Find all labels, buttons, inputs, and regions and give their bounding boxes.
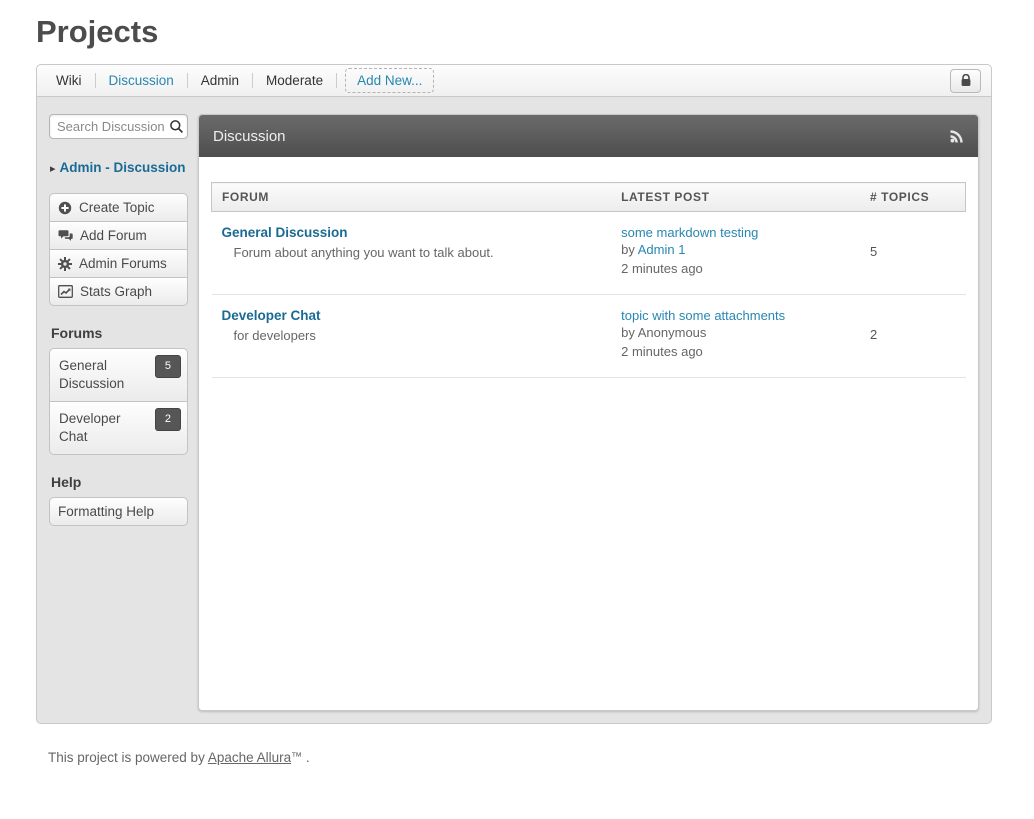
forum-cell: General Discussion Forum about anything … [212, 212, 612, 295]
lock-icon [960, 74, 972, 87]
forum-cell: Developer Chat for developers [212, 295, 612, 378]
by-prefix: by [621, 325, 638, 340]
latest-post-cell: some markdown testing by Admin 1 2 minut… [611, 212, 860, 295]
nav-divider [336, 73, 337, 88]
latest-post-cell: topic with some attachments by Anonymous… [611, 295, 860, 378]
admin-forums-label: Admin Forums [79, 256, 167, 271]
sidebar-item-general-discussion[interactable]: General Discussion 5 [49, 348, 188, 402]
formatting-help-button[interactable]: Formatting Help [49, 497, 188, 526]
post-title-link[interactable]: some markdown testing [621, 225, 758, 240]
admin-forums-button[interactable]: Admin Forums [49, 249, 188, 278]
apache-allura-link[interactable]: Apache Allura [208, 750, 291, 765]
by-prefix: by [621, 242, 638, 257]
forum-name-link[interactable]: Developer Chat [222, 308, 321, 323]
forum-table: FORUM LATEST POST # TOPICS General Discu… [211, 182, 966, 378]
create-topic-button[interactable]: Create Topic [49, 193, 188, 222]
tab-admin[interactable]: Admin [188, 73, 252, 88]
search-icon [169, 119, 184, 134]
trademark-symbol: ™ [291, 751, 302, 763]
forum-item-label: Developer Chat [59, 411, 121, 444]
post-time: 2 minutes ago [621, 260, 850, 278]
table-row: Developer Chat for developers topic with… [212, 295, 966, 378]
sidebar: ▸ Admin - Discussion Create Topic [49, 114, 188, 711]
tab-moderate[interactable]: Moderate [253, 73, 336, 88]
triangle-right-icon: ▸ [50, 163, 56, 175]
add-forum-label: Add Forum [80, 228, 147, 243]
tab-discussion[interactable]: Discussion [96, 73, 187, 88]
topic-count-badge: 2 [155, 408, 181, 431]
column-header-forum: FORUM [212, 183, 612, 212]
column-header-topics: # TOPICS [860, 183, 966, 212]
sidebar-actions: Create Topic Add Forum [49, 193, 188, 306]
post-meta: by Anonymous [621, 324, 850, 342]
add-forum-button[interactable]: Add Forum [49, 221, 188, 250]
plus-circle-icon [58, 201, 72, 215]
sidebar-item-developer-chat[interactable]: Developer Chat 2 [49, 401, 188, 455]
sidebar-breadcrumb-label: Admin - Discussion [60, 160, 186, 175]
tab-wiki[interactable]: Wiki [43, 73, 95, 88]
comments-icon [58, 229, 73, 242]
content-area: ▸ Admin - Discussion Create Topic [36, 97, 992, 724]
post-author-link[interactable]: Admin 1 [638, 242, 686, 257]
chart-line-icon [58, 285, 73, 298]
table-header-row: FORUM LATEST POST # TOPICS [212, 183, 966, 212]
lock-button[interactable] [950, 69, 981, 93]
rss-icon [950, 129, 964, 143]
post-time: 2 minutes ago [621, 343, 850, 361]
top-nav: Wiki Discussion Admin Moderate Add New..… [36, 64, 992, 97]
rss-feed-button[interactable] [950, 129, 964, 143]
topic-count-badge: 5 [155, 355, 181, 378]
panel-title: Discussion [213, 128, 286, 145]
stats-graph-button[interactable]: Stats Graph [49, 277, 188, 306]
footer-period: . [302, 750, 310, 765]
panel-header: Discussion [199, 115, 978, 157]
forum-description: Forum about anything you want to talk ab… [234, 245, 602, 260]
post-title-link[interactable]: topic with some attachments [621, 308, 785, 323]
forum-table-container: FORUM LATEST POST # TOPICS General Discu… [199, 157, 978, 390]
stats-graph-label: Stats Graph [80, 284, 152, 299]
create-topic-label: Create Topic [79, 200, 155, 215]
main-panel: Discussion FORUM LATEST POST # [198, 114, 979, 711]
page-title: Projects [36, 14, 1034, 50]
search-input[interactable] [49, 114, 188, 139]
forum-description: for developers [234, 328, 602, 343]
column-header-latest-post: LATEST POST [611, 183, 860, 212]
footer: This project is powered by Apache Allura… [48, 750, 1034, 765]
app-frame: Wiki Discussion Admin Moderate Add New..… [36, 64, 992, 724]
add-new-button[interactable]: Add New... [345, 68, 434, 93]
forum-item-label: General Discussion [59, 358, 124, 391]
gear-icon [58, 257, 72, 271]
forums-section-header: Forums [51, 325, 188, 341]
formatting-help-label: Formatting Help [58, 504, 154, 519]
help-list: Formatting Help [49, 497, 188, 526]
search-box [49, 114, 188, 139]
table-row: General Discussion Forum about anything … [212, 212, 966, 295]
footer-text: This project is powered by [48, 750, 208, 765]
forum-name-link[interactable]: General Discussion [222, 225, 348, 240]
help-section-header: Help [51, 474, 188, 490]
post-author: Anonymous [638, 325, 707, 340]
forums-list: General Discussion 5 Developer Chat 2 [49, 348, 188, 455]
post-meta: by Admin 1 [621, 241, 850, 259]
topics-count: 2 [860, 295, 966, 378]
sidebar-item-admin-discussion[interactable]: ▸ Admin - Discussion [50, 159, 188, 178]
topics-count: 5 [860, 212, 966, 295]
